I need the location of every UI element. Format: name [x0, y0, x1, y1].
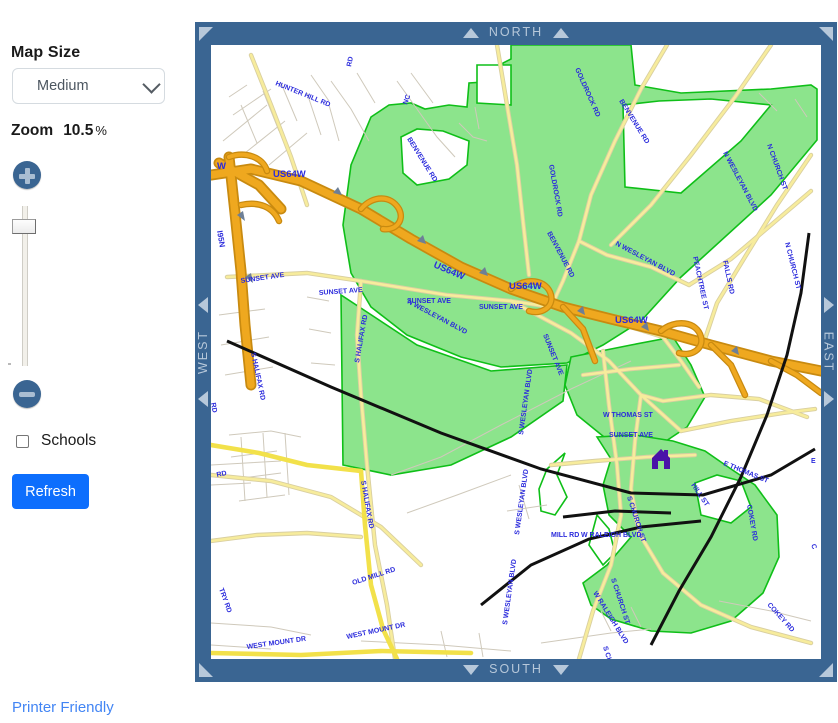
zoom-slider-thumb[interactable]: [12, 219, 36, 234]
plus-icon-vertical: [25, 168, 30, 184]
svg-text:MILL RD: MILL RD: [551, 532, 579, 539]
svg-text:RD: RD: [211, 402, 218, 413]
svg-text:SUNSET AVE: SUNSET AVE: [479, 304, 523, 311]
pan-north-bar[interactable]: NORTH: [195, 22, 837, 45]
svg-text:SUNSET AVE: SUNSET AVE: [609, 432, 653, 439]
pan-southwest-icon[interactable]: [199, 663, 213, 677]
svg-text:W RALEIGH BLVD: W RALEIGH BLVD: [581, 532, 642, 539]
svg-text:SUNSET AVE: SUNSET AVE: [407, 298, 451, 305]
pan-south-bar[interactable]: SOUTH: [195, 659, 837, 682]
zoom-in-button[interactable]: [13, 161, 41, 189]
pan-southeast-icon[interactable]: [819, 663, 833, 677]
pan-west-arrow-bottom-icon[interactable]: [198, 391, 208, 407]
svg-text:US64W: US64W: [615, 315, 648, 326]
controls-sidebar: Map Size Medium Zoom 10.5% Schools Refres…: [0, 0, 195, 723]
pan-north-arrow-left-icon[interactable]: [463, 28, 479, 38]
schools-checkbox[interactable]: [16, 435, 29, 448]
pan-west-arrow-top-icon[interactable]: [198, 297, 208, 313]
map-frame: US64W W US64W US64W US64W I95N HUNTER HI…: [195, 22, 837, 682]
pan-east-bar[interactable]: EAST: [821, 45, 837, 659]
south-label: SOUTH: [489, 662, 543, 676]
pan-south-arrow-right-icon[interactable]: [553, 665, 569, 675]
map-canvas[interactable]: US64W W US64W US64W US64W I95N HUNTER HI…: [211, 45, 821, 659]
north-label: NORTH: [489, 25, 543, 39]
pan-northwest-icon[interactable]: [199, 27, 213, 41]
east-label: EAST: [821, 332, 835, 373]
svg-text:US64W: US64W: [273, 169, 306, 180]
schools-checkbox-row[interactable]: Schools: [16, 432, 96, 450]
svg-text:E: E: [811, 458, 816, 465]
pan-east-arrow-top-icon[interactable]: [824, 297, 834, 313]
map-size-label: Map Size: [11, 44, 80, 62]
pan-south-arrow-left-icon[interactable]: [463, 665, 479, 675]
svg-text:US64W: US64W: [509, 281, 542, 292]
zoom-value: 10.5: [63, 122, 93, 139]
svg-text:W: W: [217, 161, 226, 172]
zoom-out-button[interactable]: [13, 380, 41, 408]
schools-label: Schools: [41, 432, 96, 450]
zoom-label: Zoom: [11, 122, 53, 139]
refresh-button[interactable]: Refresh: [12, 474, 89, 509]
printer-friendly-link[interactable]: Printer Friendly: [12, 699, 114, 716]
pan-west-bar[interactable]: WEST: [195, 45, 211, 659]
svg-text:W THOMAS ST: W THOMAS ST: [603, 412, 653, 419]
zoom-unit: %: [95, 123, 107, 138]
pan-east-arrow-bottom-icon[interactable]: [824, 391, 834, 407]
zoom-slider-tick: [8, 363, 11, 365]
map-viewer-page: Map Size Medium Zoom 10.5% Schools Refres…: [0, 0, 838, 723]
pan-north-arrow-right-icon[interactable]: [553, 28, 569, 38]
map-size-select[interactable]: Medium: [12, 68, 165, 104]
west-label: WEST: [196, 330, 210, 374]
pan-northeast-icon[interactable]: [819, 27, 833, 41]
minus-icon: [19, 392, 35, 397]
zoom-readout: Zoom 10.5%: [11, 122, 107, 140]
